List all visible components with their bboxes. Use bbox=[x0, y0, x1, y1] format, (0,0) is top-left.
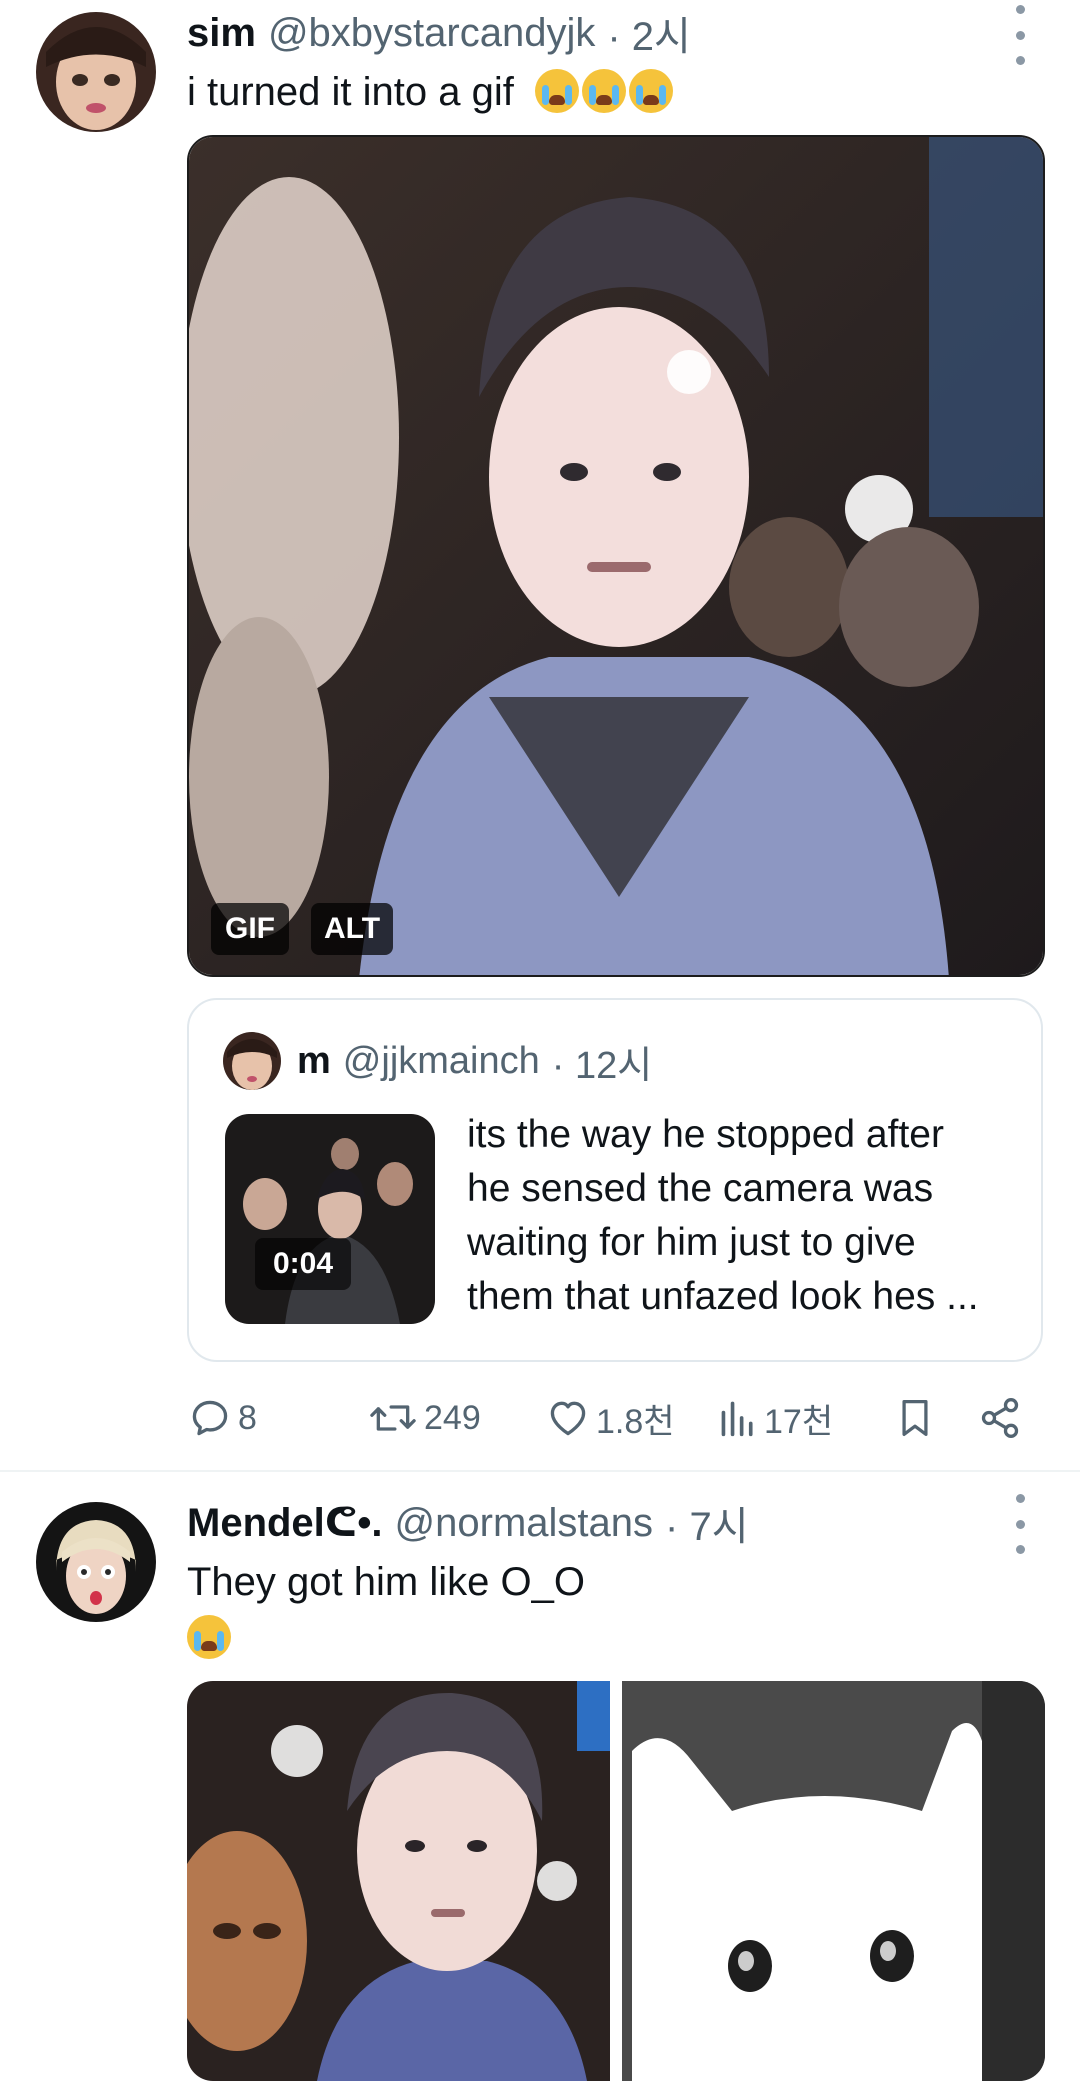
alt-badge[interactable]: ALT bbox=[311, 903, 393, 955]
quote-timestamp: · 12시 bbox=[551, 1044, 653, 1087]
analytics-icon bbox=[721, 1401, 753, 1437]
avatar-image bbox=[36, 1502, 156, 1622]
share-icon bbox=[981, 1398, 1019, 1438]
retweet-count: 249 bbox=[424, 1398, 481, 1437]
quote-tweet-card[interactable]: m @jjkmainch · 12시 0:04 its the way he s… bbox=[187, 998, 1043, 1362]
share-button[interactable] bbox=[978, 1392, 1022, 1444]
video-duration-badge: 0:04 bbox=[255, 1238, 351, 1290]
quote-header: m @jjkmainch · 12시 bbox=[297, 1032, 652, 1090]
photo-image bbox=[187, 1681, 610, 2081]
crying-emoji-icon bbox=[187, 1610, 585, 1666]
avatar[interactable] bbox=[36, 12, 156, 132]
quote-display-name[interactable]: m bbox=[297, 1040, 331, 1083]
ribbon-symbol-icon: ᕦ bbox=[324, 1501, 358, 1545]
quote-username-handle[interactable]: @jjkmainch bbox=[343, 1040, 540, 1083]
display-name[interactable]: sim bbox=[187, 11, 256, 56]
quote-avatar-image bbox=[223, 1032, 281, 1090]
quote-text: its the way he stopped after he sensed t… bbox=[467, 1108, 1027, 1324]
video-thumbnail-image bbox=[225, 1114, 435, 1324]
like-count: 1.8천 bbox=[596, 1402, 675, 1441]
more-options-icon[interactable] bbox=[1008, 5, 1032, 65]
media-image-1[interactable] bbox=[187, 1681, 610, 2081]
quote-text-line: them that unfazed look hes ... bbox=[467, 1275, 979, 1318]
username-handle[interactable]: @normalstans bbox=[395, 1501, 653, 1546]
tweet-media-grid[interactable] bbox=[187, 1681, 1045, 2081]
timestamp[interactable]: · 2시 bbox=[607, 4, 690, 62]
retweet-icon bbox=[370, 1405, 416, 1431]
crying-emoji-icon bbox=[534, 69, 676, 114]
retweet-action[interactable]: 249 bbox=[368, 1392, 481, 1444]
bookmark-icon bbox=[902, 1400, 928, 1437]
reply-action[interactable]: 8 bbox=[188, 1392, 257, 1444]
timestamp[interactable]: · 7시 bbox=[665, 1494, 748, 1552]
bookmark-button[interactable] bbox=[895, 1392, 939, 1444]
tweet-text-content: i turned it into a gif bbox=[187, 70, 514, 114]
views-action[interactable]: 17천 bbox=[718, 1392, 833, 1444]
avatar[interactable] bbox=[36, 1502, 156, 1622]
tweet-1[interactable]: sim @bxbystarcandyjk · 2시 i turned it in… bbox=[0, 0, 1080, 1470]
quote-video-thumbnail[interactable]: 0:04 bbox=[225, 1114, 435, 1324]
more-options-icon[interactable] bbox=[1008, 1494, 1032, 1554]
gif-media[interactable]: GIF ALT bbox=[187, 135, 1045, 977]
display-name[interactable]: Mendelᕦ•. bbox=[187, 1500, 383, 1546]
quote-text-line: its the way he stopped after bbox=[467, 1113, 944, 1156]
username-handle[interactable]: @bxbystarcandyjk bbox=[268, 11, 595, 56]
like-action[interactable]: 1.8천 bbox=[546, 1392, 675, 1444]
avatar-image bbox=[36, 12, 156, 132]
display-name-text: Mendel bbox=[187, 1501, 325, 1545]
quote-text-line: waiting for him just to give bbox=[467, 1221, 916, 1264]
tweet-text: They got him like O_O bbox=[187, 1554, 585, 1666]
display-name-suffix: •. bbox=[357, 1501, 383, 1545]
photo-image bbox=[622, 1681, 1045, 2081]
tweet-text: i turned it into a gif bbox=[187, 64, 676, 120]
reply-count: 8 bbox=[238, 1398, 257, 1437]
gif-image bbox=[189, 137, 1043, 975]
tweet-header: Mendelᕦ•. @normalstans · 7시 bbox=[187, 1496, 749, 1550]
heart-icon bbox=[550, 1401, 586, 1436]
tweet-header: sim @bxbystarcandyjk · 2시 bbox=[187, 6, 691, 60]
view-count: 17천 bbox=[764, 1402, 834, 1441]
quote-avatar[interactable] bbox=[223, 1032, 281, 1090]
media-image-2[interactable] bbox=[622, 1681, 1045, 2081]
tweet-text-content: They got him like O_O bbox=[187, 1560, 585, 1604]
quote-text-line: he sensed the camera was bbox=[467, 1167, 934, 1210]
tweet-2[interactable]: Mendelᕦ•. @normalstans · 7시 They got him… bbox=[0, 1472, 1080, 2081]
reply-icon bbox=[192, 1400, 228, 1436]
gif-badge: GIF bbox=[211, 903, 289, 955]
